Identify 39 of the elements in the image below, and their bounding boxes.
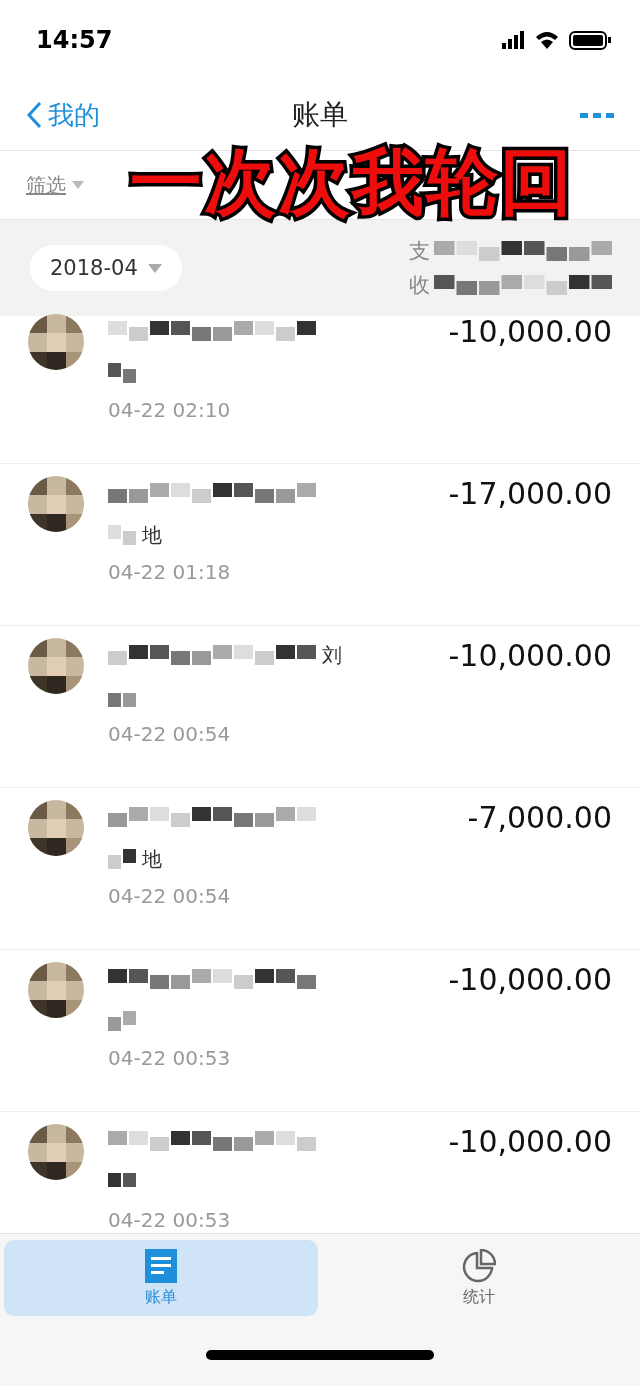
transaction-amount: -7,000.00 bbox=[467, 799, 612, 837]
dropdown-caret-icon bbox=[147, 263, 162, 273]
transaction-note: 刘 bbox=[322, 641, 342, 669]
transaction-amount: -10,000.00 bbox=[448, 961, 612, 999]
transaction-row[interactable]: 04-22 00:53 -10,000.00 bbox=[0, 950, 640, 1112]
pixelated-text-drawing bbox=[108, 849, 138, 869]
tab[interactable]: 统计 bbox=[322, 1240, 636, 1316]
transaction-row[interactable]: 地 04-22 01:18 -17,000.00 bbox=[0, 464, 640, 626]
transaction-time: 04-22 02:10 bbox=[108, 398, 232, 422]
transaction-amount: -10,000.00 bbox=[448, 637, 612, 675]
transaction-note: 地 bbox=[142, 845, 162, 873]
transaction-time: 04-22 00:53 bbox=[108, 1046, 232, 1070]
transaction-time: 04-22 00:53 bbox=[108, 1208, 232, 1232]
income-label: 收 bbox=[409, 272, 430, 299]
transaction-note: 地 bbox=[142, 521, 162, 549]
transaction-amount: -10,000.00 bbox=[448, 1123, 612, 1161]
month-selector[interactable]: 2018-04 bbox=[30, 245, 182, 291]
more-button[interactable] bbox=[580, 111, 614, 119]
transaction-amount: -10,000.00 bbox=[448, 313, 612, 351]
filter-dropdown[interactable]: 筛选 bbox=[26, 171, 84, 199]
transaction-amount: -17,000.00 bbox=[448, 475, 612, 513]
transaction-time: 04-22 00:54 bbox=[108, 722, 232, 746]
transaction-time: 04-22 01:18 bbox=[108, 560, 232, 584]
document-icon bbox=[145, 1248, 177, 1283]
back-chevron-icon bbox=[26, 101, 42, 129]
transaction-time: 04-22 00:54 bbox=[108, 884, 232, 908]
transaction-row[interactable]: 地 04-22 00:54 -7,000.00 bbox=[0, 788, 640, 950]
back-link[interactable]: 我的 bbox=[26, 97, 100, 133]
transaction-row[interactable]: 04-22 02:10 -10,000.00 bbox=[0, 302, 640, 464]
pixelated-text-drawing bbox=[108, 525, 138, 545]
page-title: 账单 bbox=[292, 97, 348, 133]
overlay-caption: 一次次我轮回 bbox=[130, 146, 574, 218]
expense-label: 支 bbox=[409, 238, 430, 265]
pixelated-text-drawing bbox=[108, 363, 138, 383]
transaction-row[interactable]: 刘 04-22 00:54 -10,000.00 bbox=[0, 626, 640, 788]
dropdown-caret-icon bbox=[72, 181, 84, 189]
pie-chart-icon bbox=[462, 1248, 496, 1283]
pixelated-text-drawing bbox=[108, 1011, 138, 1031]
status-time: 14:57 bbox=[36, 26, 113, 54]
